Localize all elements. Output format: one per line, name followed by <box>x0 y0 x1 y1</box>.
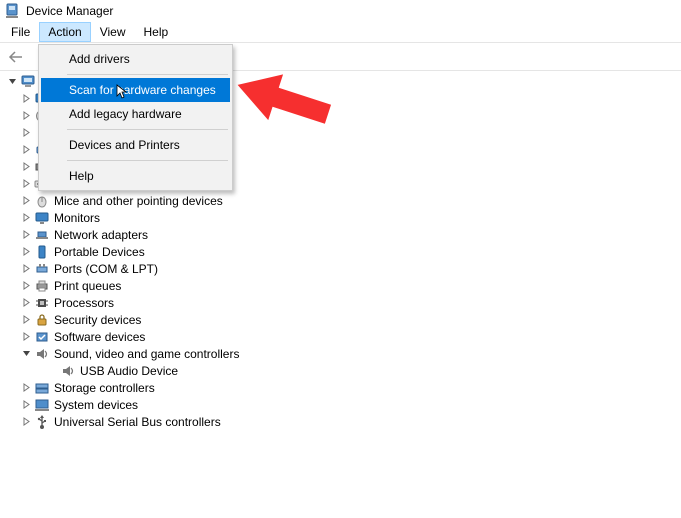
chevron-right-icon[interactable] <box>20 246 32 258</box>
tree-row-label: Portable Devices <box>54 245 145 259</box>
printer-icon <box>34 278 50 294</box>
dropdown-item-scan-for-hardware-changes[interactable]: Scan for hardware changes <box>41 78 230 102</box>
chevron-right-icon[interactable] <box>20 161 32 173</box>
tree-row-label: Sound, video and game controllers <box>54 347 239 361</box>
dropdown-item-devices-and-printers[interactable]: Devices and Printers <box>41 133 230 157</box>
chevron-right-icon[interactable] <box>20 127 32 139</box>
tree-row-universal-serial-bus-controllers[interactable]: Universal Serial Bus controllers <box>6 413 681 430</box>
title-bar: Device Manager <box>0 0 681 22</box>
tree-row-usb-audio-device[interactable]: USB Audio Device <box>6 362 681 379</box>
sound-icon <box>34 346 50 362</box>
chevron-right-icon[interactable] <box>20 195 32 207</box>
dropdown-item-add-drivers[interactable]: Add drivers <box>41 47 230 71</box>
tree-row-label: Ports (COM & LPT) <box>54 262 158 276</box>
security-icon <box>34 312 50 328</box>
app-icon <box>4 3 20 19</box>
tree-row-software-devices[interactable]: Software devices <box>6 328 681 345</box>
tree-row-storage-controllers[interactable]: Storage controllers <box>6 379 681 396</box>
display-icon <box>34 210 50 226</box>
tree-row-label: Storage controllers <box>54 381 155 395</box>
menu-view[interactable]: View <box>91 22 135 42</box>
software-icon <box>34 329 50 345</box>
chevron-right-icon[interactable] <box>20 297 32 309</box>
window-title: Device Manager <box>26 4 113 18</box>
action-dropdown-menu: Add drivers Scan for hardware changes Add … <box>38 44 233 191</box>
chevron-down-icon[interactable] <box>6 76 18 88</box>
dropdown-separator <box>67 74 228 75</box>
tree-row-label: Security devices <box>54 313 141 327</box>
menu-help[interactable]: Help <box>135 22 178 42</box>
tree-row-monitors[interactable]: Monitors <box>6 209 681 226</box>
tree-row-label: Monitors <box>54 211 100 225</box>
cpu-icon <box>34 295 50 311</box>
dropdown-item-label: Add drivers <box>69 52 130 66</box>
tree-row-network-adapters[interactable]: Network adapters <box>6 226 681 243</box>
tree-row-sound-video-and-game-controllers[interactable]: Sound, video and game controllers <box>6 345 681 362</box>
chevron-down-icon[interactable] <box>20 348 32 360</box>
dropdown-separator <box>67 160 228 161</box>
dropdown-item-label: Devices and Printers <box>69 138 180 152</box>
dropdown-item-label: Help <box>69 169 94 183</box>
tree-row-ports-com-lpt[interactable]: Ports (COM & LPT) <box>6 260 681 277</box>
port-icon <box>34 261 50 277</box>
dropdown-item-add-legacy-hardware[interactable]: Add legacy hardware <box>41 102 230 126</box>
sound-icon <box>60 363 76 379</box>
usb-icon <box>34 414 50 430</box>
toolbar-back-button[interactable] <box>4 46 28 68</box>
mouse-icon <box>34 193 50 209</box>
tree-row-label: Software devices <box>54 330 145 344</box>
chevron-right-icon[interactable] <box>20 144 32 156</box>
tree-row-processors[interactable]: Processors <box>6 294 681 311</box>
chevron-right-icon[interactable] <box>20 416 32 428</box>
chevron-right-icon[interactable] <box>20 399 32 411</box>
chevron-right-icon[interactable] <box>20 263 32 275</box>
chevron-right-icon[interactable] <box>20 331 32 343</box>
chevron-right-icon[interactable] <box>20 110 32 122</box>
system-icon <box>34 397 50 413</box>
menu-action[interactable]: Action <box>39 22 90 42</box>
tree-row-label: Processors <box>54 296 114 310</box>
network-icon <box>34 227 50 243</box>
menu-file[interactable]: File <box>2 22 39 42</box>
dropdown-item-label: Scan for hardware changes <box>69 83 216 97</box>
tree-row-print-queues[interactable]: Print queues <box>6 277 681 294</box>
tree-row-label: Network adapters <box>54 228 148 242</box>
tree-row-system-devices[interactable]: System devices <box>6 396 681 413</box>
tree-row-security-devices[interactable]: Security devices <box>6 311 681 328</box>
portable-icon <box>34 244 50 260</box>
chevron-right-icon[interactable] <box>20 280 32 292</box>
storage-icon <box>34 380 50 396</box>
chevron-right-icon[interactable] <box>20 212 32 224</box>
tree-row-label: Print queues <box>54 279 121 293</box>
menu-bar: File Action View Help <box>0 22 681 43</box>
computer-icon <box>20 74 36 90</box>
dropdown-item-label: Add legacy hardware <box>69 107 182 121</box>
tree-row-label: Universal Serial Bus controllers <box>54 415 221 429</box>
chevron-right-icon[interactable] <box>20 178 32 190</box>
chevron-right-icon[interactable] <box>20 382 32 394</box>
tree-row-label: Mice and other pointing devices <box>54 194 223 208</box>
tree-row-portable-devices[interactable]: Portable Devices <box>6 243 681 260</box>
tree-row-mice-and-other-pointing-devices[interactable]: Mice and other pointing devices <box>6 192 681 209</box>
dropdown-separator <box>67 129 228 130</box>
tree-row-label: System devices <box>54 398 138 412</box>
chevron-right-icon[interactable] <box>20 93 32 105</box>
chevron-right-icon[interactable] <box>20 229 32 241</box>
dropdown-item-help[interactable]: Help <box>41 164 230 188</box>
tree-row-label: USB Audio Device <box>80 364 178 378</box>
chevron-right-icon[interactable] <box>20 314 32 326</box>
